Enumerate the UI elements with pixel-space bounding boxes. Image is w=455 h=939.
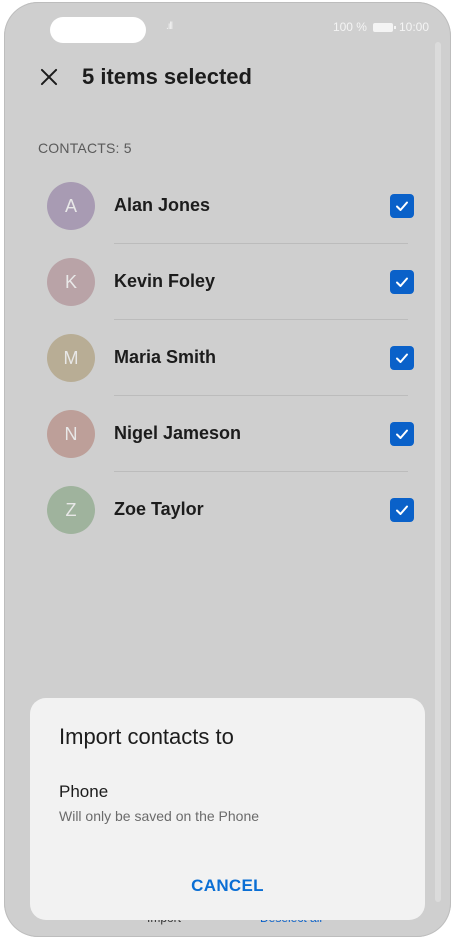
contact-name: Zoe Taylor xyxy=(114,499,204,519)
contact-row[interactable]: K Kevin Foley xyxy=(4,244,451,320)
cancel-button[interactable]: CANCEL xyxy=(30,876,425,896)
checkmark-icon xyxy=(396,277,408,287)
checkmark-icon xyxy=(396,505,408,515)
import-dialog: Import contacts to Phone Will only be sa… xyxy=(30,698,425,920)
signal-icon: .ıll xyxy=(166,21,173,32)
contact-row[interactable]: M Maria Smith xyxy=(4,320,451,396)
selection-header: 5 items selected xyxy=(38,64,252,90)
avatar: M xyxy=(47,334,95,382)
phone-option-subtitle: Will only be saved on the Phone xyxy=(59,808,260,824)
close-icon[interactable] xyxy=(38,66,60,88)
battery-percent: 100 % xyxy=(332,20,367,34)
section-label: CONTACTS: 5 xyxy=(38,140,132,156)
contact-name: Maria Smith xyxy=(114,347,217,367)
contact-checkbox[interactable] xyxy=(390,194,414,218)
avatar: N xyxy=(47,410,95,458)
camera-pill xyxy=(50,17,146,43)
checkmark-icon xyxy=(396,429,408,439)
dialog-title: Import contacts to xyxy=(59,724,234,749)
contact-name: Kevin Foley xyxy=(114,271,216,291)
clock: 10:00 xyxy=(398,20,429,34)
contact-checkbox[interactable] xyxy=(390,346,414,370)
avatar: A xyxy=(47,182,95,230)
contact-checkbox[interactable] xyxy=(390,270,414,294)
contact-row[interactable]: N Nigel Jameson xyxy=(4,396,451,472)
contact-name: Alan Jones xyxy=(114,195,211,215)
contact-row[interactable]: Z Zoe Taylor xyxy=(4,472,451,548)
contact-list: A Alan Jones K Kevin Foley M Maria Smith N Nige… xyxy=(4,168,451,548)
contact-row[interactable]: A Alan Jones xyxy=(4,168,451,244)
battery-icon xyxy=(372,22,396,32)
checkmark-icon xyxy=(396,201,408,211)
contact-checkbox[interactable] xyxy=(390,498,414,522)
contact-name: Nigel Jameson xyxy=(114,423,242,443)
page-title: 5 items selected xyxy=(82,64,252,89)
phone-option[interactable]: Phone Will only be saved on the Phone xyxy=(59,782,399,834)
phone-option-title: Phone xyxy=(59,782,109,801)
checkmark-icon xyxy=(396,353,408,363)
avatar: K xyxy=(47,258,95,306)
phone-screen: .ıll 100 % 10:00 5 items selected CONTAC… xyxy=(4,2,451,937)
avatar: Z xyxy=(47,486,95,534)
status-bar: 100 % 10:00 xyxy=(333,20,429,34)
contact-checkbox[interactable] xyxy=(390,422,414,446)
